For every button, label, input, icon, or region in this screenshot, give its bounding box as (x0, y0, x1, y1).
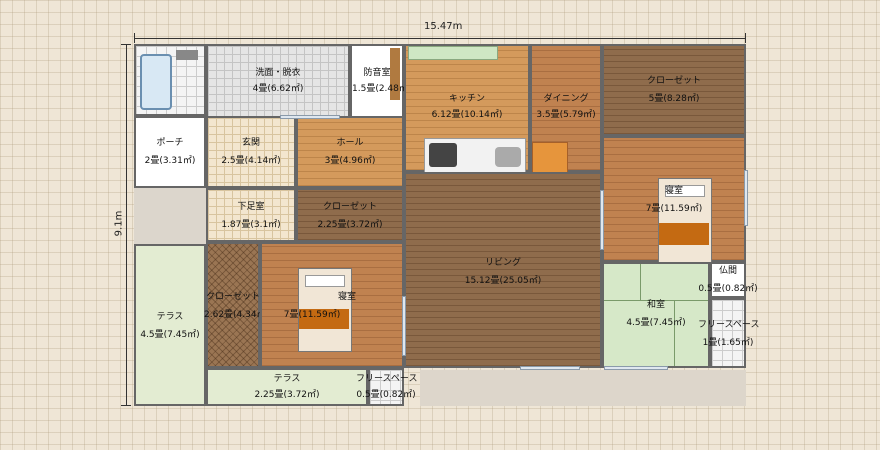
terrace-s-area: 2.25畳(3.72㎡) (254, 390, 320, 400)
closet-ne-area: 5畳(8.28㎡) (648, 94, 700, 104)
terrace-w-name: テラス (156, 312, 184, 322)
kitchen-area: 6.12畳(10.14㎡) (431, 110, 503, 120)
window-hall (280, 115, 340, 119)
terrace-west[interactable]: テラス 4.5畳(7.45㎡) (134, 244, 206, 406)
bedroom-east[interactable]: 寝室 7畳(11.59㎡) (602, 136, 746, 266)
free-s-name: フリースペース (356, 374, 418, 384)
kitchen-counter (424, 138, 526, 174)
porch-name: ポーチ (156, 138, 184, 148)
terrace-s-name: テラス (273, 374, 301, 384)
outdoor-paving-south (420, 370, 746, 406)
window-living-east (600, 190, 604, 250)
washroom-area: 4畳(6.62㎡) (252, 84, 304, 94)
window-living-south (520, 366, 580, 370)
shoe-room[interactable]: 下足室 1.87畳(3.1㎡) (206, 188, 296, 242)
free-e-name: フリースペース (698, 320, 760, 330)
tatami-line-1 (640, 264, 641, 300)
free-space-south[interactable]: フリースペース 0.5畳(0.82㎡) (356, 368, 417, 406)
hall-area: 3畳(4.96㎡) (324, 156, 376, 166)
dining-area: 3.5畳(5.79㎡) (536, 110, 596, 120)
bed-west-pillow (305, 275, 345, 287)
window-bedroom-east (744, 170, 748, 226)
closet-c-area: 2.25畳(3.72㎡) (317, 220, 383, 230)
hall-name: ホール (336, 138, 364, 148)
living-area: 15.12畳(25.05㎡) (464, 276, 542, 286)
bed-east-cover (659, 223, 709, 245)
butsuma-name: 仏間 (718, 266, 737, 276)
dining[interactable]: ダイニング 3.5畳(5.79㎡) (530, 44, 602, 178)
hall[interactable]: ホール 3畳(4.96㎡) (296, 116, 404, 188)
soundproof-area: 1.5畳(2.48㎡) (352, 84, 412, 94)
outdoor-paving (134, 188, 206, 244)
bedroom-w-area: 7畳(11.59㎡) (283, 310, 341, 320)
window-living-west (402, 296, 406, 356)
free-space-east[interactable]: フリースペース 1畳(1.65㎡) (698, 298, 759, 368)
sink-icon (495, 147, 521, 167)
living-name: リビング (484, 258, 521, 268)
kitchen[interactable]: キッチン 6.12畳(10.14㎡) (404, 44, 530, 174)
shoe-room-area: 1.87畳(3.1㎡) (221, 220, 281, 230)
kitchen-name: キッチン (448, 94, 485, 104)
porch-area: 2畳(3.31㎡) (144, 156, 196, 166)
free-s-area: 0.5畳(0.82㎡) (356, 390, 416, 400)
closet-northeast[interactable]: クローゼット 5畳(8.28㎡) (602, 44, 746, 136)
soundproof-name: 防音室 (363, 68, 391, 78)
bedroom-e-name: 寝室 (664, 186, 683, 196)
bathroom[interactable] (134, 44, 206, 116)
stove-icon (429, 143, 457, 167)
washitsu[interactable]: 和室 4.5畳(7.45㎡) (602, 262, 710, 368)
floor-plan: 洗面・脱衣 4畳(6.62㎡) 防音室 1.5畳(2.48㎡) キッチン 6.1… (0, 0, 880, 450)
washitsu-name: 和室 (646, 300, 665, 310)
bedroom-w-name: 寝室 (337, 292, 356, 302)
butsuma[interactable]: 仏間 0.5畳(0.82㎡) (698, 262, 758, 298)
soundproof-room[interactable]: 防音室 1.5畳(2.48㎡) (350, 44, 412, 118)
bedroom-west[interactable]: 寝室 7畳(11.59㎡) (260, 242, 404, 368)
porch[interactable]: ポーチ 2畳(3.31㎡) (134, 116, 206, 188)
entrance[interactable]: 玄関 2.5畳(4.14㎡) (206, 116, 296, 188)
entrance-name: 玄関 (241, 138, 260, 148)
shower-icon (176, 50, 198, 60)
terrace-south[interactable]: テラス 2.25畳(3.72㎡) (206, 368, 368, 406)
bedroom-e-area: 7畳(11.59㎡) (645, 204, 703, 214)
dining-name: ダイニング (543, 94, 589, 104)
free-e-area: 1畳(1.65㎡) (702, 338, 754, 348)
shoe-room-name: 下足室 (237, 202, 265, 212)
closet-c-name: クローゼット (322, 202, 377, 212)
washroom[interactable]: 洗面・脱衣 4畳(6.62㎡) (206, 44, 350, 118)
closet-w-area: 2.62畳(4.34㎡) (204, 310, 270, 320)
washroom-name: 洗面・脱衣 (255, 68, 301, 78)
closet-w-name: クローゼット (206, 292, 261, 302)
bathtub (140, 54, 172, 110)
closet-west[interactable]: クローゼット 2.62畳(4.34㎡) (204, 242, 270, 368)
closet-center[interactable]: クローゼット 2.25畳(3.72㎡) (296, 188, 404, 242)
butsuma-area: 0.5畳(0.82㎡) (698, 284, 758, 294)
window-washitsu (604, 366, 668, 370)
kitchen-window (408, 46, 498, 60)
closet-ne-name: クローゼット (646, 76, 701, 86)
entrance-area: 2.5畳(4.14㎡) (221, 156, 281, 166)
living[interactable]: リビング 15.12畳(25.05㎡) (404, 172, 602, 368)
terrace-w-area: 4.5畳(7.45㎡) (140, 330, 200, 340)
washitsu-area: 4.5畳(7.45㎡) (626, 318, 686, 328)
